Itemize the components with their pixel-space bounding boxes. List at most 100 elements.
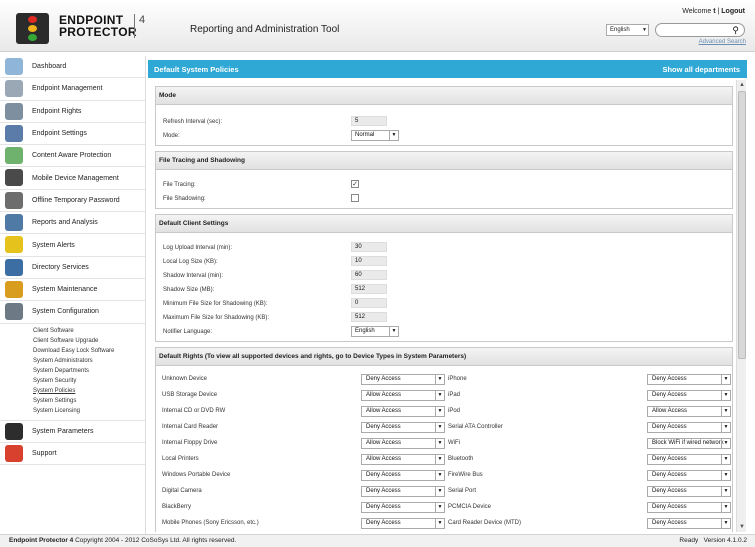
sidebar-item-system-parameters[interactable]: System Parameters [0,421,145,443]
chevron-down-icon: ▼ [435,375,444,384]
logout-link[interactable]: Logout [721,8,745,15]
submenu-item-client-software[interactable]: Client Software [33,326,145,336]
chevron-down-icon: ▼ [721,407,730,416]
device-right-select[interactable]: Allow Access ▼ [361,406,445,417]
notifier-language-value: English [355,328,375,334]
search-input[interactable]: ⚲ [655,23,745,37]
submenu-item-download-easy-lock-software[interactable]: Download Easy Lock Software [33,346,145,356]
device-right-select[interactable]: Allow Access ▼ [361,438,445,449]
device-right-value: Deny Access [366,424,401,430]
device-right-select[interactable]: Deny Access ▼ [361,502,445,513]
notifier-language-label: Notifier Language: [163,329,213,335]
device-right-value: Allow Access [366,456,402,462]
device-right-value: Deny Access [652,520,687,526]
device-right-select[interactable]: Deny Access ▼ [647,518,731,529]
refresh-interval-input[interactable]: 5 [351,116,387,126]
scrollbar-thumb[interactable] [738,91,746,359]
device-label: USB Storage Device [162,392,218,398]
search-icon[interactable]: ⚲ [732,25,739,36]
device-right-select[interactable]: Deny Access ▼ [647,502,731,513]
chevron-down-icon: ▼ [435,487,444,496]
setting-input[interactable]: 0 [351,298,387,308]
submenu-item-system-licensing[interactable]: System Licensing [33,406,145,416]
endpoint-settings-icon [5,124,23,142]
sidebar-item-system-maintenance[interactable]: System Maintenance [0,279,145,302]
device-right-select[interactable]: Deny Access ▼ [361,422,445,433]
advanced-search-link[interactable]: Advanced Search [699,39,746,45]
sidebar-item-mobile-device-management[interactable]: Mobile Device Management [0,167,145,190]
device-right-select[interactable]: Deny Access ▼ [647,454,731,465]
device-right-select[interactable]: Block WiFi if wired network ▼ [647,438,731,449]
device-right-select[interactable]: Allow Access ▼ [361,454,445,465]
device-right-select[interactable]: Deny Access ▼ [647,470,731,481]
device-label: Bluetooth [448,456,474,462]
device-right-value: Deny Access [366,520,401,526]
sidebar-item-directory-services[interactable]: Directory Services [0,257,145,279]
device-right-select[interactable]: Allow Access ▼ [647,406,731,417]
device-label: Unknown Device [162,376,208,382]
device-label: Serial Port [448,488,477,494]
sidebar-item-endpoint-rights[interactable]: Endpoint Rights [0,101,145,123]
form-row: Maximum File Size for Shadowing (KB): 512 [163,311,732,325]
sidebar-item-system-configuration[interactable]: System Configuration [0,301,145,324]
chevron-down-icon: ▼ [435,503,444,512]
sidebar-item-label: Content Aware Protection [32,152,112,160]
app-header: ENDPOINT PROTECTOR 4 Reporting and Admin… [0,0,755,52]
endpoint-rights-icon [5,102,23,120]
device-right-select[interactable]: Allow Access ▼ [361,390,445,401]
device-label: Internal CD or DVD RW [162,408,226,414]
setting-input[interactable]: 30 [351,242,387,252]
setting-label: Shadow Size (MB): [163,287,215,293]
device-right-select[interactable]: Deny Access ▼ [361,374,445,385]
submenu-item-system-policies[interactable]: System Policies [33,386,145,396]
setting-input[interactable]: 512 [351,312,387,322]
sidebar-item-support[interactable]: Support [0,443,145,466]
sidebar-item-content-aware-protection[interactable]: Content Aware Protection [0,145,145,168]
mode-select[interactable]: Normal ▼ [351,130,399,141]
submenu-item-system-settings[interactable]: System Settings [33,396,145,406]
copyright: Endpoint Protector 4 Copyright 2004 - 20… [9,537,236,544]
setting-input[interactable]: 512 [351,284,387,294]
configuration-icon [5,303,23,321]
device-right-value: Deny Access [366,376,401,382]
device-right-select[interactable]: Deny Access ▼ [647,374,731,385]
chevron-down-icon: ▼ [435,391,444,400]
brand-name: ENDPOINT PROTECTOR [59,13,137,39]
device-right-select[interactable]: Deny Access ▼ [647,390,731,401]
device-label: Windows Portable Device [162,472,231,478]
sidebar-item-system-alerts[interactable]: System Alerts [0,234,145,257]
submenu-item-system-departments[interactable]: System Departments [33,366,145,376]
sidebar-item-endpoint-settings[interactable]: Endpoint Settings [0,123,145,146]
sidebar-item-reports-and-analysis[interactable]: Reports and Analysis [0,212,145,235]
submenu-item-system-administrators[interactable]: System Administrators [33,356,145,366]
device-right-select[interactable]: Deny Access ▼ [361,518,445,529]
section-title: Default Client Settings [156,215,732,233]
content-scrollbar[interactable]: ▲ ▼ [736,80,746,532]
show-all-departments-link[interactable]: Show all departments [662,65,740,74]
submenu-item-system-security[interactable]: System Security [33,376,145,386]
file-shadowing-checkbox[interactable] [351,194,359,202]
file-tracing-checkbox[interactable]: ✓ [351,180,359,188]
device-right-value: Deny Access [366,488,401,494]
refresh-interval-label: Refresh Interval (sec): [163,119,223,125]
scroll-up-icon[interactable]: ▲ [737,80,747,90]
device-right-value: Allow Access [366,408,402,414]
chevron-down-icon: ▼ [435,471,444,480]
device-right-select[interactable]: Deny Access ▼ [361,470,445,481]
setting-input[interactable]: 10 [351,256,387,266]
device-right-select[interactable]: Deny Access ▼ [647,422,731,433]
language-select[interactable]: English ▼ [606,24,649,36]
notifier-language-select[interactable]: English ▼ [351,326,399,337]
device-right-value: Deny Access [652,504,687,510]
device-right-select[interactable]: Deny Access ▼ [647,486,731,497]
device-right-select[interactable]: Deny Access ▼ [361,486,445,497]
submenu-item-client-software-upgrade[interactable]: Client Software Upgrade [33,336,145,346]
section-title: File Tracing and Shadowing [156,152,732,170]
device-label: Internal Card Reader [162,424,219,430]
sidebar-item-dashboard[interactable]: Dashboard [0,56,145,79]
sidebar-item-endpoint-management[interactable]: Endpoint Management [0,78,145,101]
chevron-down-icon: ▼ [435,439,444,448]
scroll-down-icon[interactable]: ▼ [737,522,747,532]
setting-input[interactable]: 60 [351,270,387,280]
sidebar-item-offline-temporary-password[interactable]: Offline Temporary Password [0,190,145,213]
